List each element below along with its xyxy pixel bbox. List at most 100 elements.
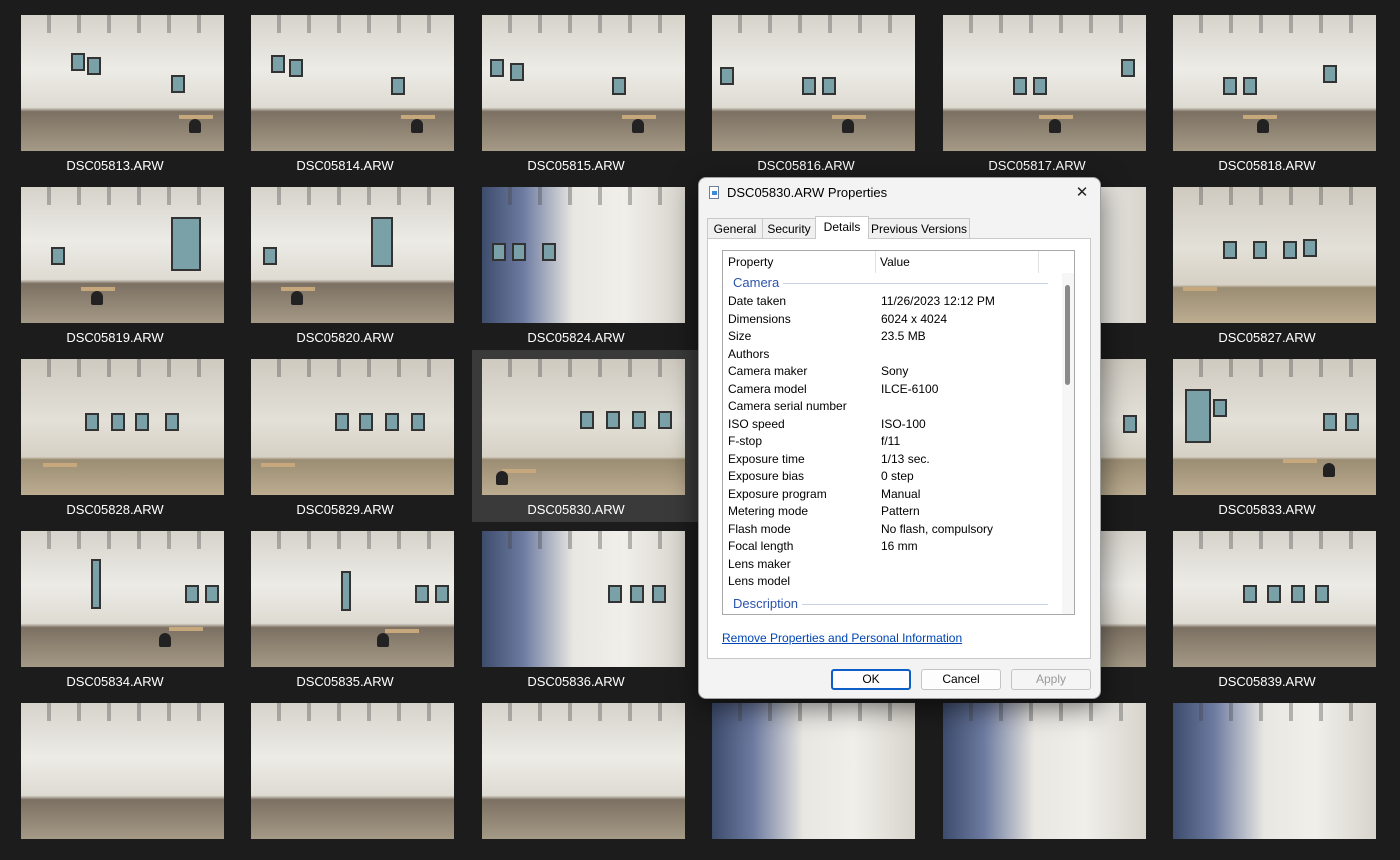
property-value[interactable]: Sony (881, 363, 908, 381)
dialog-titlebar[interactable]: DSC05830.ARW Properties ✕ (699, 178, 1100, 208)
thumbnail-item[interactable]: DSC05820.ARW (230, 172, 460, 345)
thumbnail-item[interactable]: DSC05824.ARW (461, 172, 691, 345)
thumbnail-item[interactable] (0, 688, 230, 860)
thumbnail-image[interactable] (943, 703, 1146, 839)
thumbnail-image[interactable] (482, 703, 685, 839)
column-header-value[interactable]: Value (880, 255, 910, 269)
thumbnail-image[interactable] (21, 531, 224, 667)
thumbnail-image[interactable] (251, 15, 454, 151)
property-row[interactable]: Lens model (728, 573, 1058, 591)
property-row[interactable]: Exposure time 1/13 sec. (728, 451, 1058, 469)
thumbnail-image[interactable] (482, 531, 685, 667)
thumbnail-image[interactable] (712, 15, 915, 151)
thumbnail-item[interactable]: DSC05816.ARW (691, 0, 921, 173)
thumbnail-item[interactable] (230, 688, 460, 860)
property-row[interactable]: Exposure bias 0 step (728, 468, 1058, 486)
tab-security[interactable]: Security (762, 218, 816, 238)
thumbnail-item[interactable]: DSC05814.ARW (230, 0, 460, 173)
property-row[interactable]: Metering mode Pattern (728, 503, 1058, 521)
thumbnail-image[interactable] (251, 703, 454, 839)
thumbnail-image[interactable] (1173, 531, 1376, 667)
thumbnail-item[interactable]: DSC05819.ARW (0, 172, 230, 345)
property-value[interactable]: Manual (881, 486, 920, 504)
thumbnail-item[interactable]: DSC05839.ARW (1152, 516, 1382, 689)
property-value[interactable]: 16 mm (881, 538, 918, 556)
thumbnail-item[interactable]: DSC05818.ARW (1152, 0, 1382, 173)
property-row[interactable]: Focal length 16 mm (728, 538, 1058, 556)
vertical-scrollbar[interactable] (1062, 273, 1074, 614)
thumbnail-item[interactable] (1152, 688, 1382, 860)
thumbnail-item[interactable]: DSC05817.ARW (922, 0, 1152, 173)
thumbnail-image[interactable] (1173, 15, 1376, 151)
property-row[interactable]: Lens maker (728, 556, 1058, 574)
thumbnail-item[interactable]: DSC05827.ARW (1152, 172, 1382, 345)
thumbnail-item[interactable] (922, 688, 1152, 860)
tab-previous-versions[interactable]: Previous Versions (868, 218, 970, 238)
property-name: Exposure time (728, 451, 805, 466)
property-row[interactable]: Authors (728, 346, 1058, 364)
properties-list[interactable]: Property Value Camera Date taken 11/26/20… (722, 250, 1075, 615)
thumbnail-image[interactable] (1173, 359, 1376, 495)
property-value[interactable]: 23.5 MB (881, 328, 926, 346)
property-value[interactable]: ISO-100 (881, 416, 926, 434)
thumbnail-image[interactable] (21, 187, 224, 323)
thumbnail-label: DSC05813.ARW (66, 158, 164, 173)
tab-details[interactable]: Details (815, 216, 869, 239)
close-button[interactable]: ✕ (1070, 181, 1094, 205)
thumbnail-image[interactable] (482, 15, 685, 151)
thumbnail-item[interactable]: DSC05834.ARW (0, 516, 230, 689)
thumbnail-item[interactable]: DSC05828.ARW (0, 344, 230, 517)
thumbnail-item[interactable]: DSC05835.ARW (230, 516, 460, 689)
property-row[interactable]: Exposure program Manual (728, 486, 1058, 504)
thumbnail-item[interactable] (461, 688, 691, 860)
thumbnail-image[interactable] (251, 359, 454, 495)
column-divider[interactable] (1038, 251, 1039, 273)
thumbnail-item[interactable]: DSC05829.ARW (230, 344, 460, 517)
property-row[interactable]: Size 23.5 MB (728, 328, 1058, 346)
thumbnail-image[interactable] (21, 359, 224, 495)
property-row[interactable]: ISO speed ISO-100 (728, 416, 1058, 434)
thumbnail-item[interactable]: DSC05815.ARW (461, 0, 691, 173)
property-value[interactable]: Pattern (881, 503, 920, 521)
thumbnail-label: DSC05833.ARW (1218, 502, 1316, 517)
thumbnail-item[interactable]: DSC05833.ARW (1152, 344, 1382, 517)
property-row[interactable]: F-stop f/11 (728, 433, 1058, 451)
property-value[interactable]: 0 step (881, 468, 914, 486)
property-row[interactable]: Camera model ILCE-6100 (728, 381, 1058, 399)
column-divider[interactable] (875, 251, 876, 273)
column-header-property[interactable]: Property (728, 255, 773, 269)
property-row[interactable]: Camera serial number (728, 398, 1058, 416)
scrollbar-thumb[interactable] (1065, 285, 1070, 385)
tab-general[interactable]: General (707, 218, 763, 238)
thumbnail-image[interactable] (21, 703, 224, 839)
thumbnail-image[interactable] (943, 15, 1146, 151)
apply-button[interactable]: Apply (1011, 669, 1091, 690)
thumbnail-image[interactable] (1173, 187, 1376, 323)
property-value[interactable]: No flash, compulsory (881, 521, 993, 539)
property-value[interactable]: f/11 (881, 433, 900, 451)
property-row[interactable]: Flash mode No flash, compulsory (728, 521, 1058, 539)
property-value[interactable]: ILCE-6100 (881, 381, 938, 399)
property-value[interactable]: 1/13 sec. (881, 451, 930, 469)
cancel-button[interactable]: Cancel (921, 669, 1001, 690)
thumbnail-image[interactable] (251, 531, 454, 667)
property-name: Lens model (728, 574, 791, 588)
thumbnail-image[interactable] (712, 703, 915, 839)
thumbnail-image[interactable] (251, 187, 454, 323)
thumbnail-item[interactable]: DSC05836.ARW (461, 516, 691, 689)
thumbnail-image[interactable] (21, 15, 224, 151)
thumbnail-image[interactable] (482, 359, 685, 495)
ok-button[interactable]: OK (831, 669, 911, 690)
remove-properties-link[interactable]: Remove Properties and Personal Informati… (722, 631, 962, 645)
property-row[interactable]: Dimensions 6024 x 4024 (728, 311, 1058, 329)
property-row[interactable]: Date taken 11/26/2023 12:12 PM (728, 293, 1058, 311)
property-row[interactable]: Camera maker Sony (728, 363, 1058, 381)
thumbnail-item-selected[interactable]: DSC05830.ARW (472, 350, 702, 522)
thumbnail-item[interactable]: DSC05813.ARW (0, 0, 230, 173)
property-value[interactable]: 11/26/2023 12:12 PM (881, 293, 995, 311)
thumbnail-item[interactable] (691, 688, 921, 860)
thumbnail-label: DSC05817.ARW (988, 158, 1086, 173)
thumbnail-image[interactable] (1173, 703, 1376, 839)
thumbnail-image[interactable] (482, 187, 685, 323)
property-value[interactable]: 6024 x 4024 (881, 311, 947, 329)
